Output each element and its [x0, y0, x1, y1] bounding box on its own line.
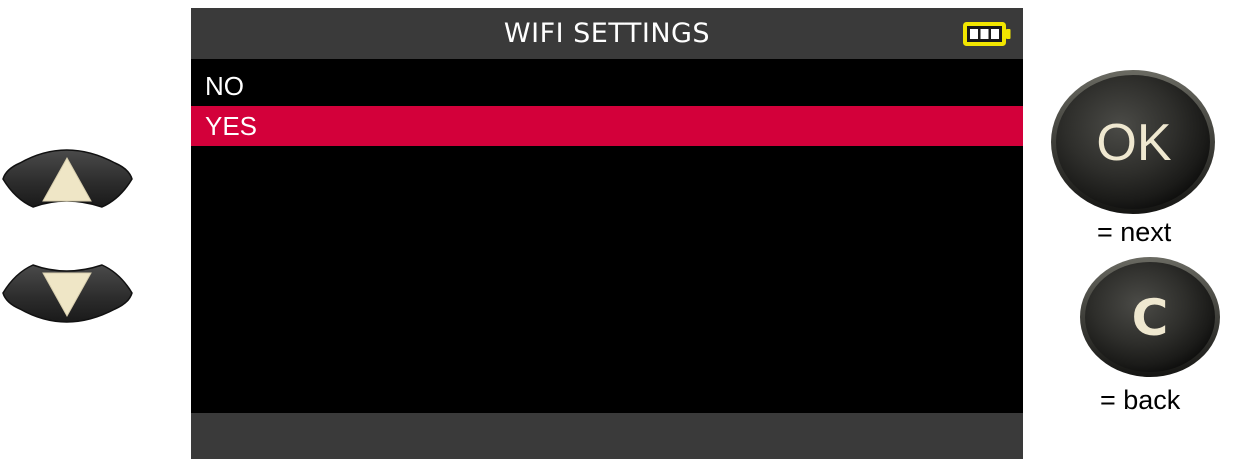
up-arrow-key[interactable] — [0, 143, 135, 213]
screen-title: WIFI SETTINGS — [503, 18, 711, 49]
ok-legend: = next — [1097, 217, 1172, 247]
ok-button[interactable]: OK — [1048, 67, 1218, 217]
battery-full-icon — [963, 22, 1011, 46]
c-button-label: C — [1132, 289, 1169, 347]
menu-item-yes[interactable]: YES — [191, 106, 1023, 146]
menu-item-label: YES — [205, 111, 258, 141]
title-bar: WIFI SETTINGS — [191, 8, 1023, 59]
down-arrow-key[interactable] — [0, 259, 135, 329]
menu-list: NO YES — [191, 66, 1023, 146]
menu-item-label: NO — [205, 71, 244, 101]
c-button[interactable]: C — [1078, 255, 1222, 379]
footer-bar — [191, 413, 1023, 459]
ok-button-label: OK — [1096, 114, 1171, 172]
menu-item-no[interactable]: NO — [191, 66, 1023, 106]
device-screen: WIFI SETTINGS NO YES — [191, 8, 1023, 459]
c-legend: = back — [1100, 385, 1181, 415]
